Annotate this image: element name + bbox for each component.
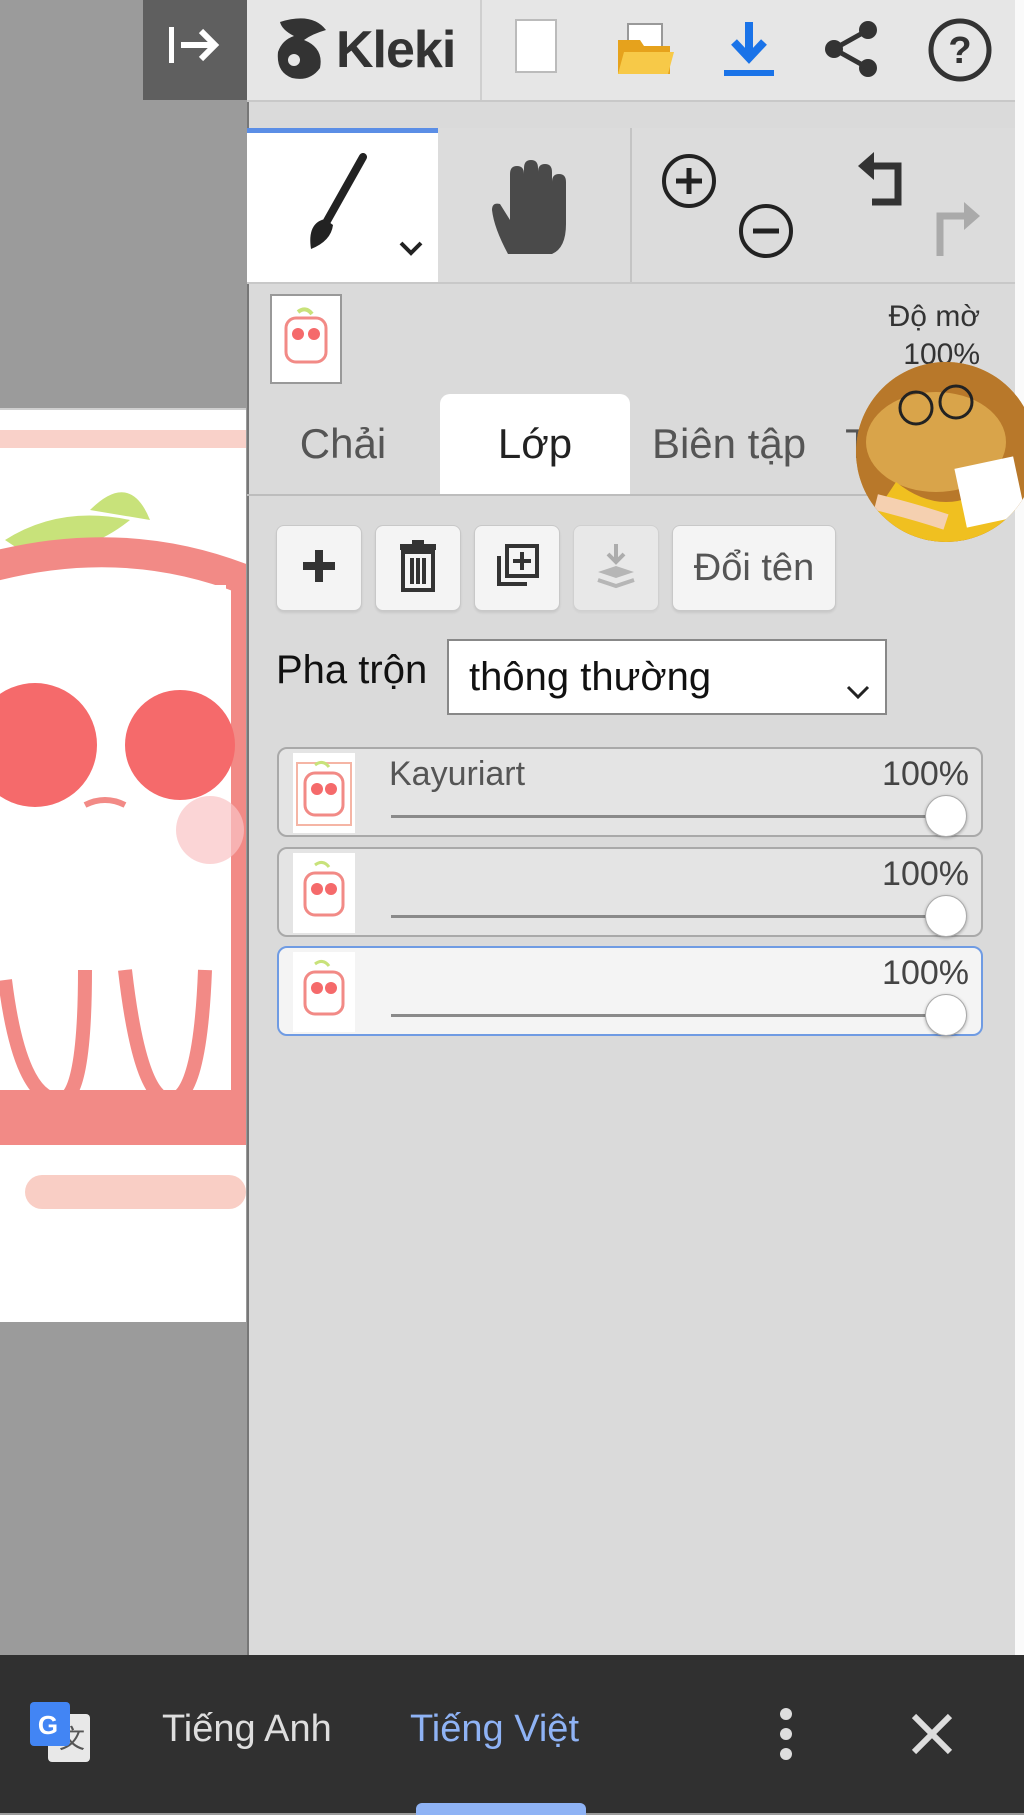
- merge-down-icon: [592, 542, 640, 595]
- download-icon: [720, 22, 778, 84]
- layer-thumbnail: [293, 853, 355, 933]
- app-name: Kleki: [336, 21, 456, 79]
- undo-icon: [852, 152, 908, 214]
- tool-divider: [630, 128, 632, 282]
- close-icon: [910, 1713, 954, 1760]
- undo-button[interactable]: [852, 150, 908, 215]
- tab-layers[interactable]: Lớp: [440, 394, 630, 494]
- layer-opacity-slider[interactable]: [391, 1014, 945, 1017]
- avatar-image: [856, 362, 1024, 542]
- layer-opacity: 100%: [882, 855, 969, 893]
- folder-icon: [614, 23, 676, 84]
- duplicate-icon: [493, 542, 541, 595]
- toolbar-divider: [480, 0, 482, 100]
- brush-icon: [297, 153, 377, 258]
- close-button[interactable]: [910, 1712, 954, 1761]
- hand-tool-button[interactable]: [438, 128, 630, 282]
- zoom-out-button[interactable]: [737, 202, 795, 265]
- collapse-panel-button[interactable]: [143, 0, 247, 100]
- chevron-down-icon[interactable]: [397, 239, 425, 264]
- blend-mode-label: Pha trộn: [276, 648, 428, 692]
- current-layer-thumbnail: [270, 294, 342, 384]
- layer-row-selected[interactable]: 100%: [277, 946, 983, 1036]
- opacity-label: Độ mờ: [888, 300, 980, 333]
- merge-down-button[interactable]: [573, 525, 659, 611]
- drawing-canvas[interactable]: [0, 408, 246, 1322]
- delete-layer-button[interactable]: [375, 525, 461, 611]
- plus-icon: [299, 546, 339, 591]
- share-button[interactable]: [822, 18, 882, 80]
- layer-thumbnail: [293, 753, 355, 833]
- layer-row[interactable]: Kayuriart 100%: [277, 747, 983, 837]
- app-logo: Kleki: [272, 10, 456, 90]
- layer-row[interactable]: 100%: [277, 847, 983, 937]
- share-icon: [822, 21, 882, 84]
- tab-edit[interactable]: Biên tập: [634, 394, 824, 494]
- tab-brush[interactable]: Chải: [247, 394, 439, 494]
- layer-opacity: 100%: [882, 954, 969, 992]
- zoom-out-icon: [737, 204, 795, 264]
- canvas-artwork: [0, 430, 246, 1209]
- slider-handle[interactable]: [925, 795, 967, 837]
- layer-opacity-slider[interactable]: [391, 915, 945, 918]
- slider-handle[interactable]: [925, 895, 967, 937]
- blend-mode-select[interactable]: thông thường: [447, 639, 887, 715]
- layer-name: Kayuriart: [389, 755, 526, 793]
- hand-icon: [488, 158, 572, 263]
- layer-thumbnail-art: [284, 307, 328, 364]
- panel-edge: [1015, 0, 1024, 1655]
- help-icon: ?: [926, 18, 994, 88]
- svg-text:?: ?: [948, 30, 971, 72]
- brush-tool-button[interactable]: [247, 128, 438, 282]
- more-vert-icon: [768, 1708, 804, 1766]
- zoom-in-button[interactable]: [660, 152, 718, 215]
- new-file-icon: [512, 19, 560, 80]
- redo-button[interactable]: [928, 200, 986, 265]
- blend-mode-value: thông thường: [469, 654, 712, 699]
- download-button[interactable]: [720, 18, 778, 80]
- duplicate-layer-button[interactable]: [474, 525, 560, 611]
- new-file-button[interactable]: [512, 16, 560, 76]
- add-layer-button[interactable]: [276, 525, 362, 611]
- target-language-tab[interactable]: Tiếng Việt: [410, 1708, 579, 1751]
- tab-indicator: [416, 1803, 586, 1815]
- collapse-panel-icon: [165, 23, 225, 78]
- svg-text:G: G: [38, 1710, 58, 1740]
- kleki-logo-icon: [272, 14, 332, 87]
- layer-opacity-slider[interactable]: [391, 815, 945, 818]
- help-button[interactable]: ?: [926, 16, 994, 84]
- redo-icon: [928, 202, 986, 264]
- open-file-button[interactable]: [614, 18, 676, 80]
- rename-layer-button[interactable]: Đổi tên: [672, 525, 836, 611]
- chevron-down-icon: [845, 667, 871, 712]
- layer-thumbnail: [293, 952, 355, 1032]
- trash-icon: [398, 539, 438, 597]
- source-language-tab[interactable]: Tiếng Anh: [162, 1708, 332, 1751]
- more-options-button[interactable]: [768, 1706, 804, 1767]
- avatar[interactable]: [856, 362, 1024, 542]
- zoom-in-icon: [660, 154, 718, 214]
- layer-opacity: 100%: [882, 755, 969, 793]
- slider-handle[interactable]: [925, 994, 967, 1036]
- google-translate-icon[interactable]: 文G: [28, 1700, 94, 1771]
